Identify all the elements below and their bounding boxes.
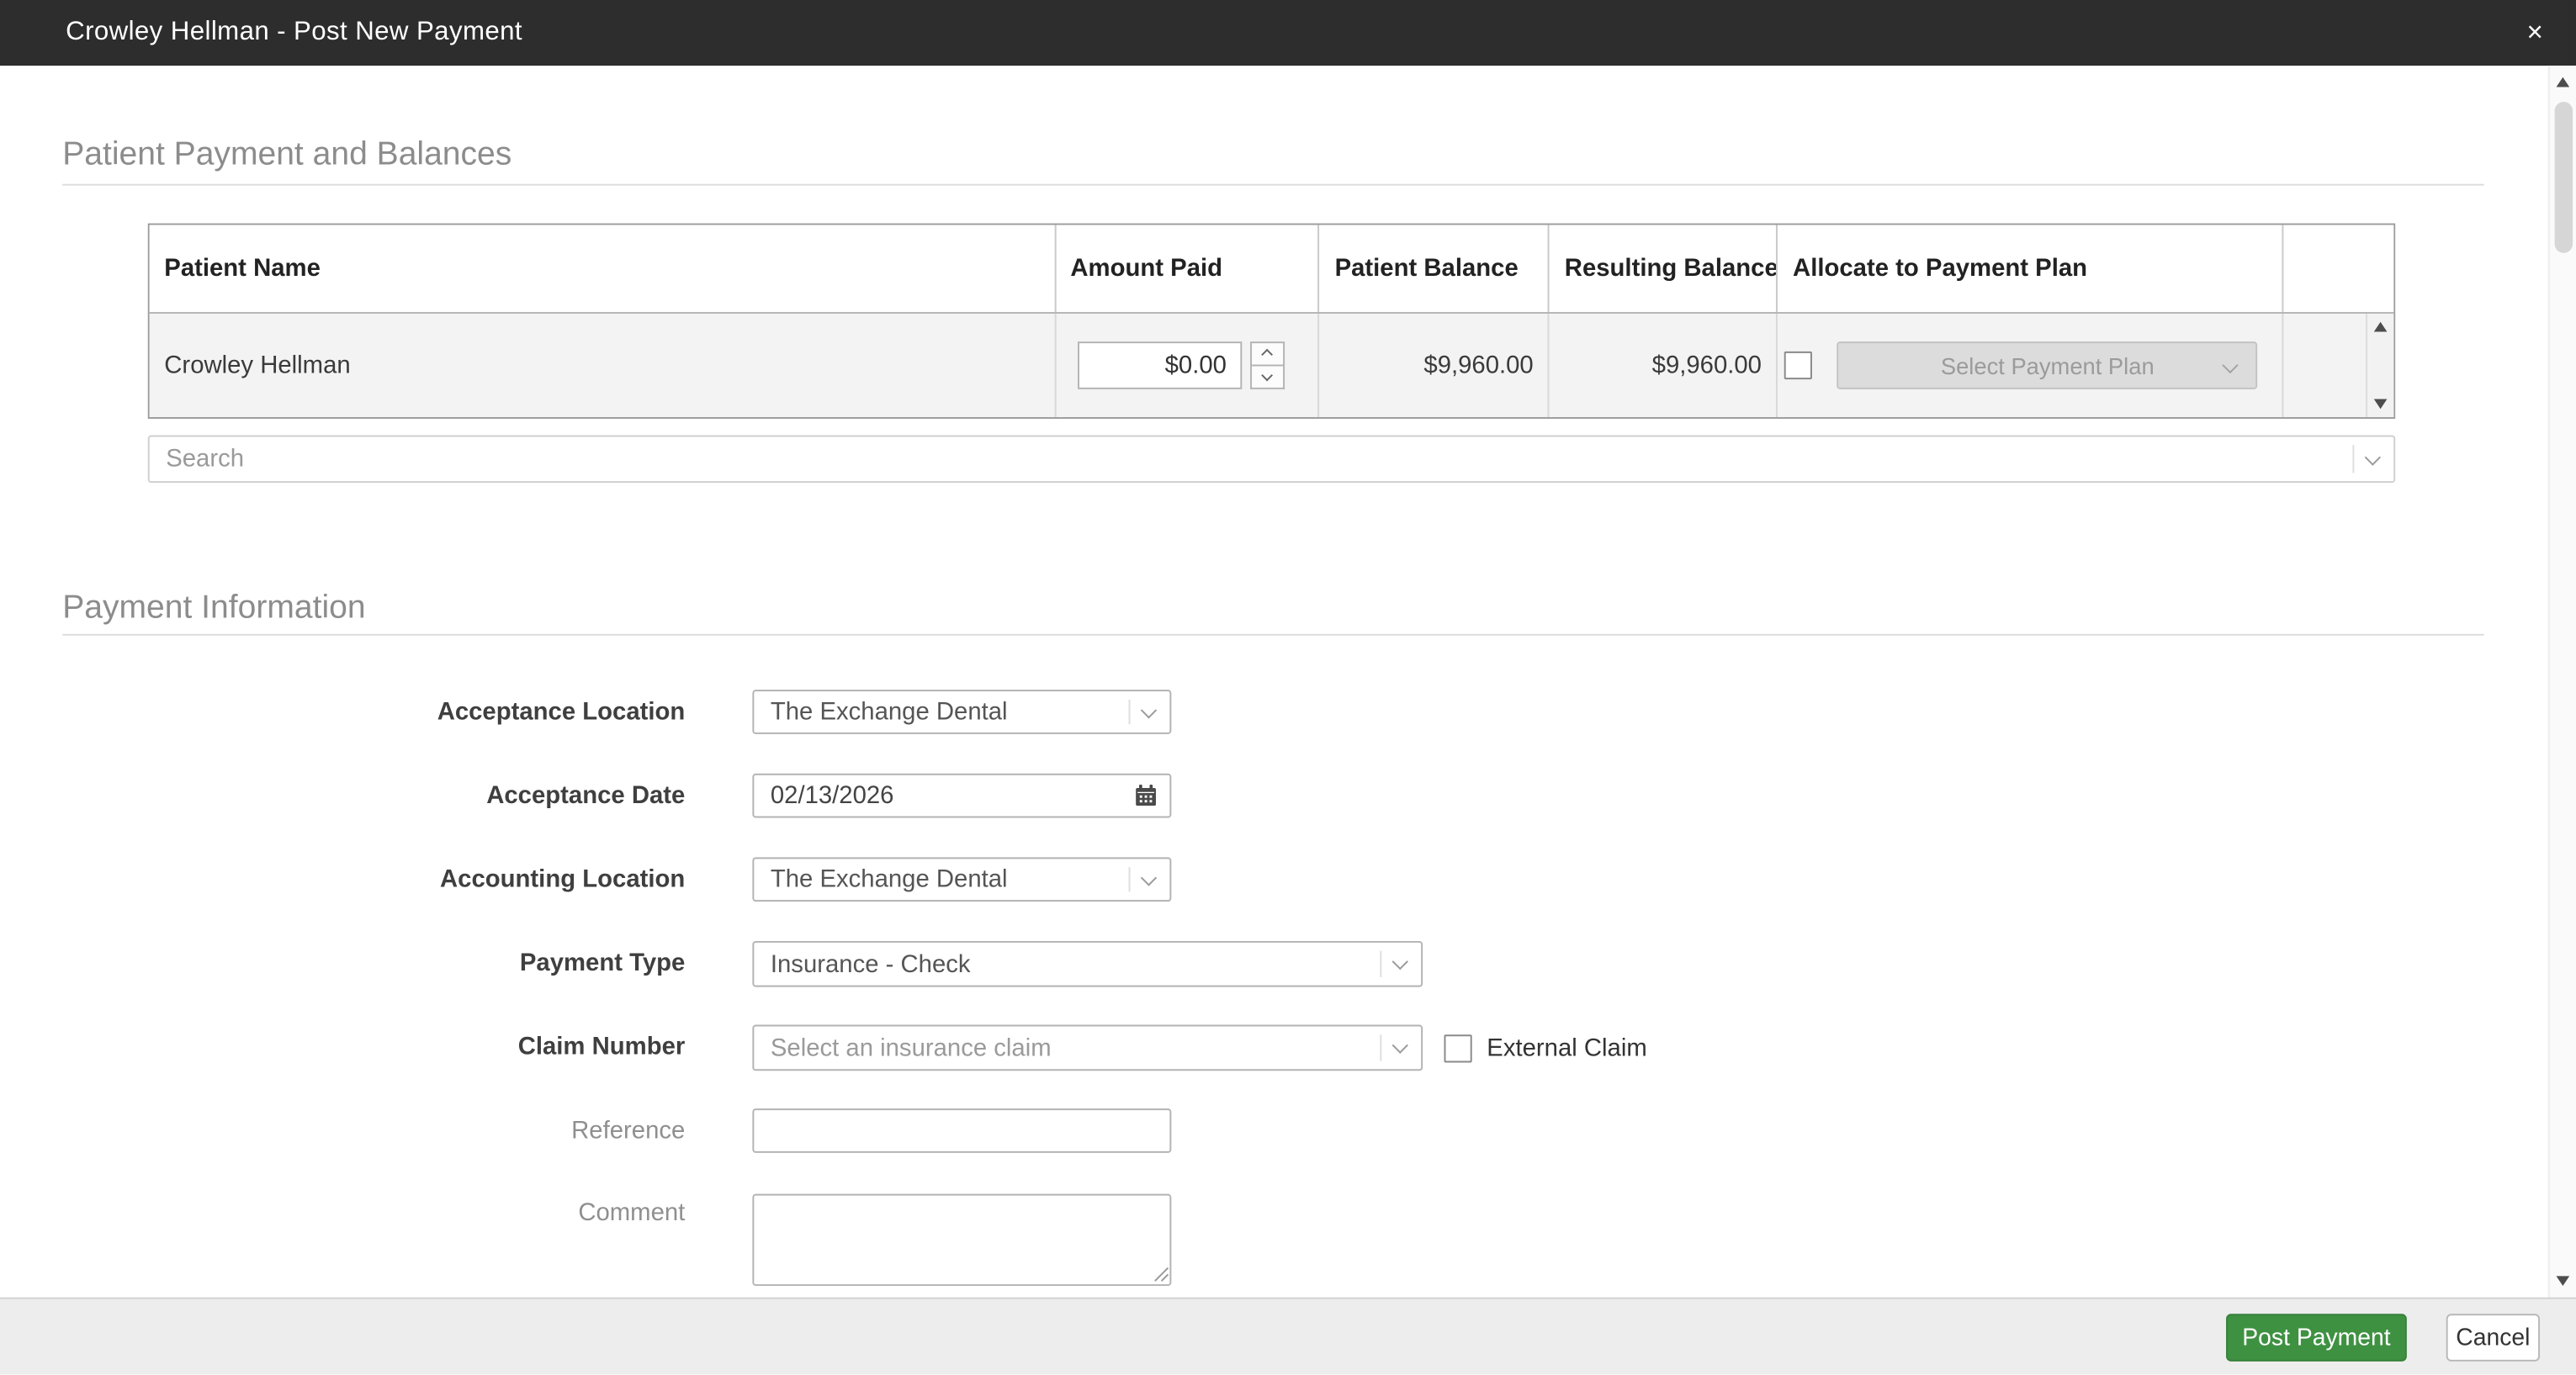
search-dropdown-toggle[interactable]	[2352, 436, 2393, 481]
cell-blank	[2284, 314, 2394, 417]
dialog-scrollbar[interactable]	[2548, 66, 2576, 1298]
chevron-down-icon	[1393, 954, 1408, 969]
cancel-button[interactable]: Cancel	[2446, 1314, 2540, 1362]
select-toggle	[1129, 859, 1170, 900]
section-divider	[62, 184, 2483, 186]
post-payment-button[interactable]: Post Payment	[2226, 1314, 2407, 1362]
reference-label: Reference	[62, 1108, 685, 1153]
dialog-title: Crowley Hellman - Post New Payment	[0, 18, 522, 47]
chevron-down-icon	[2223, 357, 2239, 373]
external-claim-checkbox[interactable]	[1444, 1034, 1472, 1061]
scroll-down-icon	[2374, 399, 2388, 410]
external-claim-label: External Claim	[1487, 1034, 1646, 1061]
scroll-up-icon	[2557, 77, 2570, 87]
comment-label: Comment	[62, 1198, 685, 1230]
cell-allocate-plan: Select Payment Plan	[1778, 314, 2284, 417]
chevron-down-icon	[1262, 370, 1272, 380]
comment-textarea[interactable]	[752, 1194, 1171, 1286]
col-header-blank	[2283, 225, 2393, 312]
accounting-location-label: Accounting Location	[62, 857, 685, 902]
claim-number-select[interactable]: Select an insurance claim	[752, 1025, 1423, 1071]
claim-number-label: Claim Number	[62, 1025, 685, 1071]
chevron-up-icon	[1262, 351, 1272, 361]
post-new-payment-dialog: Crowley Hellman - Post New Payment × Pat…	[0, 0, 2576, 1374]
calendar-icon[interactable]	[1133, 783, 1158, 807]
scroll-up-icon	[2374, 322, 2388, 332]
patient-balances-table: Patient Name Amount Paid Patient Balance…	[148, 224, 2395, 419]
cell-amount-paid	[1056, 314, 1320, 417]
amount-paid-input[interactable]	[1077, 341, 1241, 389]
acceptance-location-value: The Exchange Dental	[754, 698, 1128, 726]
select-toggle	[1380, 1027, 1421, 1070]
accounting-location-value: The Exchange Dental	[754, 865, 1128, 893]
scrollbar-thumb[interactable]	[2555, 102, 2573, 253]
cell-resulting-balance: $9,960.00	[1550, 314, 1778, 417]
chevron-down-icon	[1142, 870, 1157, 885]
select-toggle	[1380, 943, 1421, 986]
table-row: Crowley Hellman $9,960.00 $9,960.00 Sele…	[150, 312, 2394, 417]
col-header-allocate-plan: Allocate to Payment Plan	[1778, 225, 2283, 312]
amount-stepper	[1249, 341, 1284, 389]
table-scrollbar[interactable]	[2366, 314, 2393, 417]
scroll-down-icon	[2557, 1276, 2570, 1286]
external-claim-group: External Claim	[1444, 1025, 1647, 1071]
dialog-footer: Post Payment Cancel	[0, 1298, 2576, 1375]
acceptance-location-label: Acceptance Location	[62, 690, 685, 734]
chevron-down-icon	[2366, 449, 2381, 464]
acceptance-date-input[interactable]	[754, 782, 1133, 810]
payment-type-value: Insurance - Check	[754, 950, 1380, 978]
claim-number-placeholder: Select an insurance claim	[754, 1034, 1380, 1061]
reference-input[interactable]	[752, 1108, 1171, 1153]
dialog-titlebar: Crowley Hellman - Post New Payment ×	[0, 0, 2576, 66]
allocate-plan-checkbox[interactable]	[1784, 352, 1812, 379]
chevron-down-icon	[1393, 1038, 1408, 1053]
close-icon[interactable]: ×	[2507, 0, 2563, 66]
search-input[interactable]	[150, 436, 2353, 481]
col-header-patient-balance: Patient Balance	[1320, 225, 1550, 312]
accounting-location-select[interactable]: The Exchange Dental	[752, 857, 1171, 902]
chevron-down-icon	[1142, 702, 1157, 717]
cell-patient-name: Crowley Hellman	[150, 314, 1056, 417]
payment-plan-select[interactable]: Select Payment Plan	[1837, 341, 2258, 389]
col-header-patient-name: Patient Name	[150, 225, 1056, 312]
acceptance-date-label: Acceptance Date	[62, 774, 685, 818]
payment-plan-placeholder: Select Payment Plan	[1941, 352, 2155, 378]
col-header-amount-paid: Amount Paid	[1056, 225, 1320, 312]
section-divider	[62, 634, 2483, 636]
patient-search	[148, 435, 2395, 483]
acceptance-location-select[interactable]: The Exchange Dental	[752, 690, 1171, 734]
table-header-row: Patient Name Amount Paid Patient Balance…	[150, 225, 2394, 312]
col-header-resulting-balance: Resulting Balance	[1550, 225, 1778, 312]
section-title-payment-info: Payment Information	[62, 590, 365, 627]
select-toggle	[1129, 691, 1170, 732]
acceptance-date-field	[752, 774, 1171, 818]
section-title-balances: Patient Payment and Balances	[62, 136, 511, 174]
cell-patient-balance: $9,960.00	[1320, 314, 1550, 417]
stepper-up-button[interactable]	[1249, 341, 1284, 366]
payment-type-select[interactable]: Insurance - Check	[752, 941, 1423, 987]
stepper-down-button[interactable]	[1249, 366, 1284, 389]
payment-type-label: Payment Type	[62, 941, 685, 987]
